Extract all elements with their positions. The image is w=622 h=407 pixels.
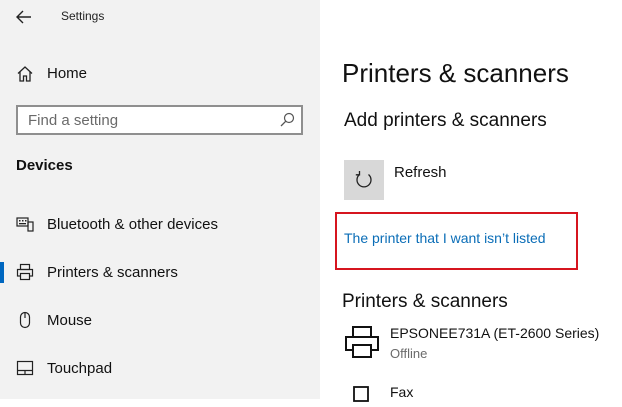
device-name[interactable]: EPSONEE731A (ET-2600 Series) <box>390 325 599 341</box>
fax-icon[interactable] <box>353 386 369 402</box>
section-title-devices: Devices <box>16 157 73 174</box>
window-title: Settings <box>61 9 105 23</box>
nav-home[interactable]: Home <box>16 62 306 84</box>
refresh-button[interactable] <box>344 160 384 200</box>
home-icon <box>16 65 34 83</box>
bluetooth-devices-icon <box>16 215 34 233</box>
section-title-add: Add printers & scanners <box>344 110 547 131</box>
page-title: Printers & scanners <box>342 58 569 88</box>
section-title-printers: Printers & scanners <box>342 291 508 312</box>
back-arrow-icon[interactable] <box>14 8 34 26</box>
device-name[interactable]: Fax <box>390 384 413 400</box>
nav-home-label: Home <box>47 65 88 82</box>
search-icon[interactable] <box>279 112 295 128</box>
sidebar-item-mouse[interactable]: Mouse <box>0 305 320 335</box>
refresh-icon <box>355 171 372 188</box>
selection-indicator <box>0 262 4 283</box>
printer-not-listed-link[interactable]: The printer that I want isn’t listed <box>344 230 546 246</box>
search-field[interactable]: Find a setting <box>16 105 303 135</box>
search-placeholder: Find a setting <box>28 112 119 129</box>
sidebar-item-bluetooth[interactable]: Bluetooth & other devices <box>0 209 320 239</box>
sidebar-item-label: Printers & scanners <box>47 264 178 281</box>
mouse-icon <box>16 311 34 329</box>
refresh-label[interactable]: Refresh <box>394 164 447 181</box>
sidebar-item-touchpad[interactable]: Touchpad <box>0 353 320 383</box>
sidebar-item-label: Bluetooth & other devices <box>47 216 218 233</box>
device-status: Offline <box>390 346 428 361</box>
touchpad-icon <box>16 359 34 377</box>
sidebar-item-label: Touchpad <box>47 360 113 377</box>
sidebar-item-printers[interactable]: Printers & scanners <box>0 257 320 287</box>
printer-icon <box>16 263 34 281</box>
sidebar: Settings Home Find a setting Devices Blu… <box>0 0 320 399</box>
printer-icon[interactable] <box>344 324 380 360</box>
sidebar-item-label: Mouse <box>47 312 93 329</box>
